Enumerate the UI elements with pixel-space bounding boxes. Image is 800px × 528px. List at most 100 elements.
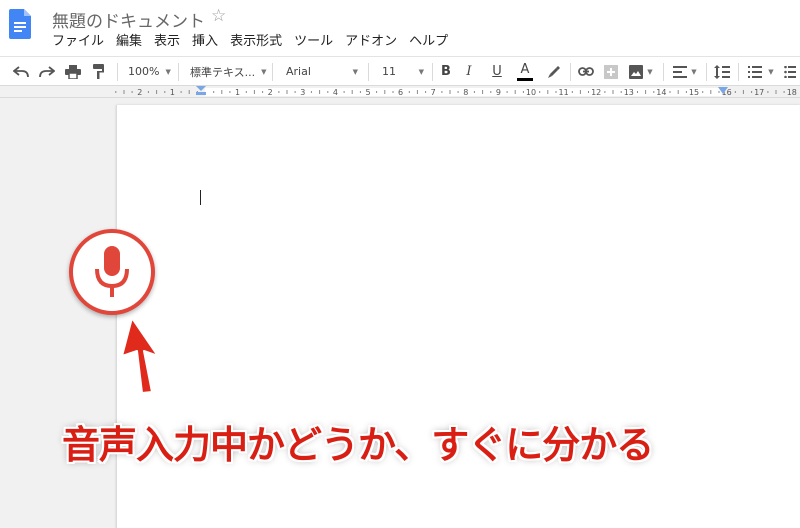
chevron-down-icon: ▼: [261, 67, 267, 76]
link-icon[interactable]: [576, 57, 596, 86]
font-select[interactable]: Arial ▼: [286, 57, 358, 86]
ruler-tick: [677, 90, 679, 94]
toolbar-separator: [663, 63, 664, 81]
menu-addons[interactable]: アドオン: [339, 33, 403, 51]
toolbar-separator: [178, 63, 179, 81]
ruler-tick: [637, 91, 638, 93]
zoom-select[interactable]: 100% ▼: [128, 57, 171, 86]
menu-tools[interactable]: ツール: [288, 33, 339, 51]
star-icon[interactable]: ☆: [211, 6, 226, 26]
ruler-tick: [571, 91, 573, 93]
chevron-down-icon: ▼: [691, 67, 697, 76]
ruler-tick: [620, 91, 622, 93]
zoom-value: 100%: [128, 65, 160, 78]
ruler-label: 6: [398, 88, 403, 97]
text-color-button[interactable]: A: [514, 57, 536, 86]
ruler-tick: [253, 90, 255, 94]
menu-file[interactable]: ファイル: [50, 33, 110, 51]
line-spacing-icon[interactable]: [712, 57, 732, 86]
toolbar-separator: [706, 63, 707, 81]
caption-text: 音声入力中かどうか、すぐに分かる: [62, 423, 654, 467]
ruler-tick: [351, 90, 353, 94]
undo-icon[interactable]: [10, 57, 32, 86]
text-color-swatch: [517, 77, 533, 81]
bulleted-list-icon[interactable]: [784, 57, 800, 86]
chevron-down-icon: ▼: [768, 67, 774, 76]
menu-help[interactable]: ヘルプ: [403, 33, 454, 51]
chevron-down-icon: ▼: [352, 67, 358, 76]
docs-logo-icon[interactable]: [9, 9, 31, 39]
align-left-icon: [673, 65, 688, 78]
ruler-label: 1: [235, 88, 240, 97]
ruler-tick: [612, 90, 614, 94]
menu-view[interactable]: 表示: [148, 33, 186, 51]
toolbar-separator: [368, 63, 369, 81]
ruler-tick: [164, 91, 166, 93]
ruler-label: 8: [463, 88, 468, 97]
toolbar-separator: [432, 63, 433, 81]
ruler-tick: [539, 91, 541, 93]
numbered-list-icon: [748, 65, 763, 78]
ruler-tick: [147, 91, 149, 93]
ruler-tick: [522, 91, 524, 93]
style-select[interactable]: 標準テキス... ▼: [190, 57, 267, 86]
ruler-tick: [319, 90, 321, 94]
italic-button[interactable]: I: [460, 57, 478, 86]
document-title[interactable]: 無題のドキュメント: [52, 7, 205, 32]
bold-button[interactable]: B: [437, 57, 455, 86]
image-insert-button[interactable]: ▼: [626, 57, 656, 86]
right-indent-marker-icon[interactable]: [718, 87, 728, 95]
ruler-tick: [343, 91, 345, 93]
ruler-tick: [425, 91, 427, 93]
ruler-tick: [376, 91, 378, 93]
ruler-tick: [579, 90, 581, 94]
menu-insert[interactable]: 挿入: [186, 33, 224, 51]
comment-icon[interactable]: [602, 57, 620, 86]
ruler-label: 3: [300, 88, 305, 97]
ruler-tick: [123, 90, 125, 94]
toolbar-separator: [738, 63, 739, 81]
paint-format-icon[interactable]: [88, 57, 110, 86]
voice-typing-indicator[interactable]: [69, 229, 155, 315]
ruler-tick: [408, 91, 410, 93]
ruler-tick: [669, 91, 671, 93]
menu-edit[interactable]: 編集: [110, 33, 148, 51]
ruler-tick: [441, 91, 443, 93]
ruler-label: 17: [754, 88, 764, 97]
ruler-tick: [416, 90, 418, 94]
ruler-tick: [457, 91, 459, 93]
chevron-down-icon: ▼: [418, 67, 424, 76]
print-icon[interactable]: [62, 57, 84, 86]
ruler-tick: [327, 91, 329, 93]
ruler-tick: [767, 91, 769, 93]
toolbar-separator: [272, 63, 273, 81]
ruler-tick: [473, 91, 475, 93]
ruler-tick: [262, 91, 264, 93]
ruler-tick: [180, 91, 182, 93]
ruler-label: 12: [591, 88, 601, 97]
ruler-tick: [384, 90, 386, 94]
ruler-tick: [229, 91, 231, 93]
redo-icon[interactable]: [36, 57, 58, 86]
highlight-icon[interactable]: [544, 57, 564, 86]
menu-bar: ファイル 編集 表示 挿入 表示形式 ツール アドオン ヘルプ: [50, 33, 454, 51]
left-indent-marker-icon[interactable]: [196, 86, 206, 96]
ruler-label: 2: [137, 88, 142, 97]
ruler-tick: [685, 91, 687, 93]
ruler-tick: [286, 90, 288, 94]
numbered-list-button[interactable]: ▼: [744, 57, 778, 86]
align-button[interactable]: ▼: [670, 57, 700, 86]
ruler-tick: [482, 90, 484, 94]
ruler[interactable]: 2 1 1 2 3 4 5 6 7 8 9 10 11 12 13 14 15 16 17 18: [0, 86, 800, 98]
ruler-label: 15: [689, 88, 699, 97]
menu-format[interactable]: 表示形式: [224, 33, 288, 51]
ruler-tick: [278, 91, 280, 93]
ruler-label: 13: [624, 88, 634, 97]
font-size-value: 11: [382, 65, 396, 78]
ruler-tick: [604, 91, 606, 93]
ruler-label: 14: [656, 88, 666, 97]
underline-button[interactable]: U: [488, 57, 506, 86]
ruler-tick: [555, 91, 557, 93]
ruler-tick: [245, 91, 247, 93]
font-size-select[interactable]: 11 ▼: [382, 57, 424, 86]
